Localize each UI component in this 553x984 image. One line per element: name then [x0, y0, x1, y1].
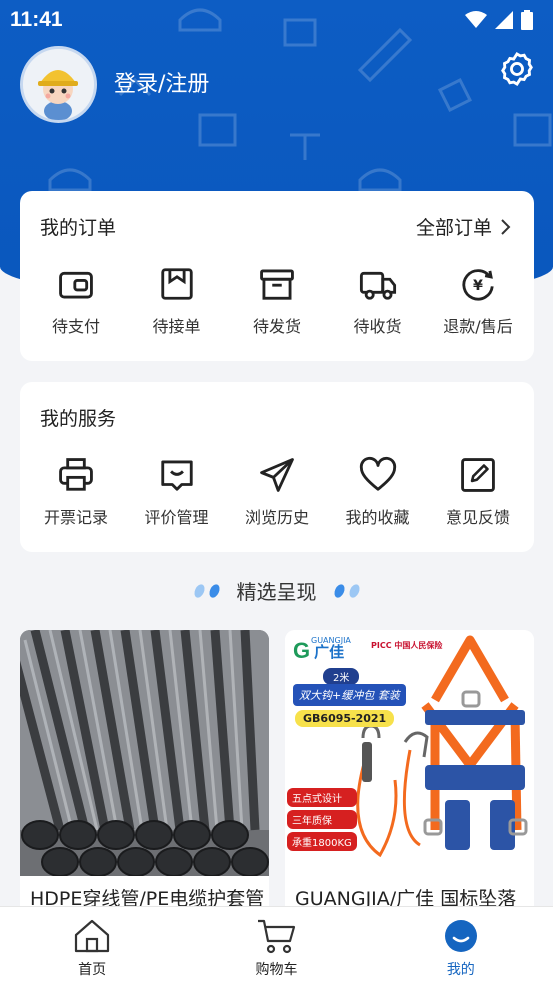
send-icon: [260, 458, 294, 492]
length-badge: 2米: [323, 668, 360, 685]
avatar-worker-icon: [23, 49, 94, 120]
product-desc-badge: 双大钩+缓冲包 套装: [293, 684, 406, 706]
status-bar: 11:41: [0, 0, 553, 40]
status-time: 11:41: [10, 8, 63, 31]
service-feedback-label: 意见反馈: [445, 508, 510, 527]
order-pending-receipt[interactable]: 待收货: [332, 265, 424, 337]
service-invoice-records-label: 开票记录: [43, 508, 108, 527]
wallet-icon: [59, 271, 93, 299]
dot-decoration: [191, 582, 207, 599]
profile-icon: [444, 920, 477, 952]
service-review-management-label: 评价管理: [144, 508, 209, 527]
order-pending-payment-label: 待支付: [51, 317, 100, 336]
order-refund-aftersale-label: 退款/售后: [443, 317, 513, 336]
nav-home[interactable]: 首页: [22, 907, 162, 984]
featured-title: 精选呈现: [236, 580, 317, 604]
dot-decoration: [331, 582, 347, 599]
product-image-harness: G 广佳 GUANGJIA PICC 中国人民保险 2米 双大钩+缓冲包 套装 …: [285, 630, 534, 876]
order-pending-shipment[interactable]: 待发货: [231, 265, 323, 337]
pipes-image: [20, 630, 269, 876]
refund-icon: ¥: [462, 269, 494, 301]
settings-button[interactable]: [498, 50, 536, 88]
gear-icon: [501, 52, 533, 86]
service-browse-history-label: 浏览历史: [244, 508, 309, 527]
svg-text:¥: ¥: [473, 278, 483, 294]
dot-decoration: [346, 582, 362, 599]
services-title: 我的服务: [40, 408, 117, 430]
wifi-icon: [465, 11, 487, 28]
insurer-logo: PICC 中国人民保险: [371, 641, 443, 650]
order-refund-aftersale[interactable]: ¥ 退款/售后: [432, 265, 524, 337]
nav-cart[interactable]: 购物车: [206, 907, 346, 984]
all-orders-link[interactable]: 全部订单: [416, 213, 512, 240]
services-row: 开票记录 评价管理 浏览历史 我的收藏 意见反馈: [20, 456, 534, 528]
service-feedback[interactable]: 意见反馈: [432, 456, 524, 528]
service-browse-history[interactable]: 浏览历史: [231, 456, 323, 528]
product-card[interactable]: HDPE穿线管/PE电缆护套管: [20, 630, 269, 920]
brand-logo-mark: G: [293, 638, 311, 663]
cart-icon: [258, 919, 296, 954]
printer-icon: [59, 458, 93, 491]
inbox-icon: [160, 268, 193, 300]
dot-decoration: [206, 582, 222, 599]
feature-badges: 五点式设计 三年质保 承重1800KG: [287, 788, 357, 851]
nav-profile-label: 我的: [446, 962, 475, 978]
signal-icon: [495, 11, 513, 29]
order-status-row: 待支付 待接单 待发货 待收货 ¥ 退款/售后: [20, 265, 534, 337]
service-review-management[interactable]: 评价管理: [131, 456, 223, 528]
edit-icon: [461, 458, 495, 492]
brand-logo: G 广佳 GUANGJIA: [293, 636, 351, 664]
featured-heading: 精选呈现: [0, 576, 553, 605]
order-pending-payment[interactable]: 待支付: [30, 265, 122, 337]
standard-badge: GB6095-2021: [295, 710, 395, 727]
truck-icon: [359, 271, 396, 300]
service-invoice-records[interactable]: 开票记录: [30, 456, 122, 528]
box-icon: [260, 269, 294, 300]
orders-title: 我的订单: [40, 217, 117, 239]
feature-badge: 三年质保: [287, 810, 357, 829]
bottom-nav: 首页 购物车 我的: [0, 906, 553, 984]
review-icon: [160, 460, 193, 491]
avatar[interactable]: [20, 46, 97, 123]
order-pending-shipment-label: 待发货: [252, 317, 301, 336]
heading-left-dots: [191, 582, 222, 599]
heading-right-dots: [331, 582, 362, 599]
brand-latin: GUANGJIA: [311, 636, 351, 645]
nav-profile[interactable]: 我的: [391, 907, 531, 984]
order-pending-accept-label: 待接单: [152, 317, 201, 336]
all-orders-label: 全部订单: [415, 217, 492, 239]
nav-cart-label: 购物车: [255, 962, 298, 978]
feature-badge: 承重1800KG: [287, 832, 357, 851]
login-register-link[interactable]: 登录/注册: [114, 66, 209, 98]
order-pending-receipt-label: 待收货: [353, 317, 402, 336]
service-favorites[interactable]: 我的收藏: [332, 456, 424, 528]
battery-icon: [521, 10, 533, 30]
service-favorites-label: 我的收藏: [345, 508, 410, 527]
order-pending-accept[interactable]: 待接单: [131, 265, 223, 337]
feature-badge: 五点式设计: [287, 788, 357, 807]
product-image-pipes: [20, 630, 269, 876]
status-icons: [465, 10, 533, 30]
nav-home-label: 首页: [78, 962, 107, 978]
heart-icon: [359, 456, 396, 491]
home-icon: [75, 919, 110, 953]
services-card: 我的服务 开票记录 评价管理 浏览历史 我的收藏 意见反馈: [20, 382, 534, 552]
chevron-right-icon: [501, 218, 511, 235]
orders-card: 我的订单 全部订单 待支付 待接单 待发货 待收货 ¥ 退款/售后: [20, 191, 534, 361]
product-card[interactable]: G 广佳 GUANGJIA PICC 中国人民保险 2米 双大钩+缓冲包 套装 …: [285, 630, 534, 920]
